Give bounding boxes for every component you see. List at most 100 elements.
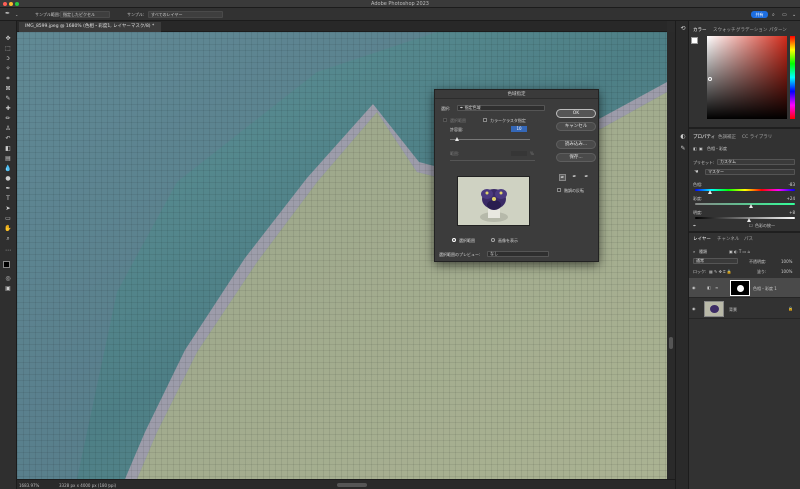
selection-radio[interactable] (452, 238, 456, 242)
range-input[interactable] (511, 151, 527, 156)
color-field[interactable] (707, 36, 787, 119)
eyedropper-tool-icon[interactable]: ✎ (4, 95, 12, 103)
document-tab[interactable]: IMG_8599.jpeg @ 1680% (色相・彩度1, レイヤーマスク/8… (19, 22, 161, 32)
invert-checkbox[interactable] (557, 188, 561, 192)
frame-tool-icon[interactable]: ⊠ (4, 85, 12, 93)
lasso-tool-icon[interactable]: ↄ (4, 55, 12, 63)
filter-icon[interactable]: ⌕ (693, 249, 695, 254)
fuzziness-slider-track[interactable] (450, 139, 530, 140)
workspace-icon[interactable]: ▭ (782, 12, 787, 18)
eyedropper-minus-icon[interactable]: ✒ (583, 174, 590, 181)
save-button[interactable]: 保存... (556, 153, 596, 162)
layer-kind-filter[interactable]: 種類 (699, 249, 707, 255)
ok-button[interactable]: OK (556, 109, 596, 118)
quick-mask-icon[interactable]: ◎ (4, 275, 12, 283)
lightness-slider-thumb[interactable] (747, 218, 751, 222)
layer-row-background[interactable]: ◉ 背景 🔒 (689, 299, 800, 319)
search-icon[interactable]: ⌕ (772, 12, 775, 18)
rectangle-tool-icon[interactable]: ▭ (4, 215, 12, 223)
status-chevron-icon[interactable]: › (108, 482, 110, 487)
opacity-value[interactable]: 100% (781, 259, 792, 264)
tab-gradients[interactable]: グラデーション (736, 27, 767, 33)
eyedroppers-icon[interactable]: ✒ (693, 223, 696, 228)
preset-select[interactable]: カスタム (717, 159, 795, 165)
select-dropdown[interactable]: ✒ 指定色域 (457, 105, 545, 111)
foreground-color-swatch[interactable] (3, 261, 10, 268)
eyedropper-icon[interactable]: ✒ (559, 174, 566, 181)
hue-strip[interactable] (790, 36, 795, 119)
gradient-tool-icon[interactable]: ▤ (4, 155, 12, 163)
localized-clusters-checkbox[interactable] (443, 118, 447, 122)
cancel-button[interactable]: キャンセル (556, 122, 596, 131)
history-panel-icon[interactable]: ⟲ (679, 25, 687, 33)
tab-adjustments[interactable]: 色調補正 (718, 134, 736, 140)
brush-settings-icon[interactable]: ✎ (679, 145, 687, 153)
targeted-adjustment-hand-icon[interactable]: ☚ (694, 169, 698, 175)
saturation-slider-thumb[interactable] (749, 204, 753, 208)
mask-icon[interactable]: ▣ (699, 146, 703, 151)
horizontal-scroll-thumb[interactable] (337, 483, 367, 487)
dodge-tool-icon[interactable]: ● (4, 175, 12, 183)
clone-stamp-tool-icon[interactable]: ♙ (4, 125, 12, 133)
colorize-checkbox[interactable]: ☐ (749, 223, 753, 228)
tab-cc-libraries[interactable]: CC ライブラリ (742, 134, 772, 140)
visibility-eye-icon[interactable]: ◉ (692, 285, 696, 290)
zoom-tool-icon[interactable]: ⌕ (4, 235, 12, 243)
vertical-scrollbar[interactable] (667, 32, 675, 479)
tab-swatches[interactable]: スウォッチ (713, 27, 736, 33)
saturation-slider-track[interactable] (695, 203, 795, 205)
move-tool-icon[interactable]: ✥ (4, 35, 12, 43)
chain-link-icon[interactable]: ∞ (715, 285, 718, 290)
fill-value[interactable]: 100% (781, 269, 792, 274)
sample-size-select[interactable]: 指定したピクセル (60, 11, 110, 18)
eyedropper-plus-icon[interactable]: ✒ (571, 174, 578, 181)
layer-name[interactable]: 色相・彩度 1 (753, 286, 777, 292)
eraser-tool-icon[interactable]: ◧ (4, 145, 12, 153)
layer-filter-icons[interactable]: ▣ ◐ T ▭ ⌂ (729, 249, 750, 254)
tab-patterns[interactable]: パターン (769, 27, 787, 33)
marquee-tool-icon[interactable]: ⬚ (4, 45, 12, 53)
selection-preview-select[interactable]: なし (487, 251, 549, 257)
tab-properties[interactable]: プロパティ (693, 134, 715, 140)
type-tool-icon[interactable]: T (4, 195, 12, 203)
visibility-eye-icon[interactable]: ◉ (692, 306, 696, 311)
color-clusters-checkbox[interactable] (483, 118, 487, 122)
more-tools-icon[interactable]: ⋯ (4, 247, 12, 255)
magic-wand-tool-icon[interactable]: ✧ (4, 65, 12, 73)
tab-color[interactable]: カラー (693, 27, 707, 33)
tool-preset-chevron-icon[interactable]: ⌄ (15, 12, 18, 17)
fuzziness-slider-thumb[interactable] (455, 137, 459, 141)
lightness-slider-track[interactable] (695, 217, 795, 219)
layer-mask-thumbnail[interactable] (730, 280, 750, 296)
share-button[interactable]: 共有 (751, 11, 768, 18)
screen-mode-icon[interactable]: ▣ (4, 285, 12, 293)
fuzziness-input[interactable]: 10 (511, 126, 527, 132)
tab-paths[interactable]: パス (744, 236, 753, 242)
background-layer-thumbnail[interactable] (704, 301, 724, 317)
hand-tool-icon[interactable]: ✋ (4, 225, 12, 233)
brush-tool-icon[interactable]: ✏ (4, 115, 12, 123)
crop-tool-icon[interactable]: ⌗ (4, 75, 12, 83)
load-button[interactable]: 読み込み... (556, 140, 596, 149)
saturation-value[interactable]: +24 (775, 196, 795, 201)
color-range-preview-image[interactable] (457, 176, 530, 226)
color-panel-foreground-swatch[interactable] (691, 37, 698, 44)
sample-select[interactable]: すべてのレイヤー (148, 11, 223, 18)
history-brush-tool-icon[interactable]: ↶ (4, 135, 12, 143)
image-radio[interactable] (491, 238, 495, 242)
hue-slider-thumb[interactable] (708, 190, 712, 194)
lock-icons[interactable]: ▦ ✎ ✥ ⌗ 🔒 (709, 269, 732, 274)
workspace-menu-chevron-icon[interactable]: ⌄ (792, 12, 796, 18)
color-picker-ring[interactable] (708, 77, 712, 81)
pen-tool-icon[interactable]: ✒ (4, 185, 12, 193)
path-selection-tool-icon[interactable]: ➤ (4, 205, 12, 213)
layer-name[interactable]: 背景 (729, 307, 737, 313)
adjustments-panel-icon[interactable]: ◐ (679, 133, 687, 141)
blend-mode-select[interactable]: 通常 (693, 258, 738, 264)
channel-select[interactable]: マスター (705, 169, 795, 175)
scroll-thumb[interactable] (669, 337, 673, 349)
tab-channels[interactable]: チャンネル (717, 236, 739, 242)
hue-value[interactable]: -83 (775, 182, 795, 187)
tab-layers[interactable]: レイヤー (693, 236, 711, 242)
range-slider-track[interactable] (450, 160, 535, 161)
